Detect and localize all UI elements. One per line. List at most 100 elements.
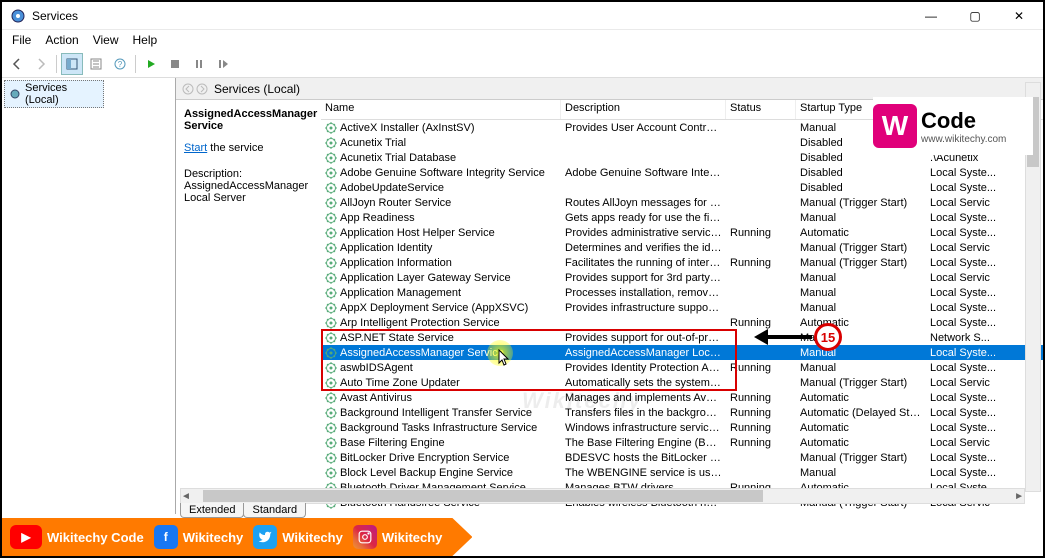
service-gear-icon: [325, 212, 337, 224]
horizontal-scrollbar[interactable]: ◄ ►: [180, 488, 1025, 504]
service-gear-icon: [325, 167, 337, 179]
services-app-icon: [10, 8, 26, 24]
start-service-link[interactable]: Start: [184, 142, 207, 154]
menu-view[interactable]: View: [87, 31, 125, 49]
service-row[interactable]: Arp Intelligent Protection ServiceRunnin…: [321, 315, 1043, 330]
service-row[interactable]: Background Tasks Infrastructure ServiceW…: [321, 420, 1043, 435]
stop-service-button[interactable]: [164, 53, 186, 75]
service-gear-icon: [325, 137, 337, 149]
right-pane-title: Services (Local): [214, 82, 300, 96]
service-gear-icon: [325, 227, 337, 239]
col-name[interactable]: Name: [321, 100, 561, 119]
detail-service-name: AssignedAccessManager Service: [184, 108, 313, 132]
help-button[interactable]: ?: [109, 53, 131, 75]
cursor-icon: [498, 349, 512, 367]
service-gear-icon: [325, 437, 337, 449]
detail-pane: AssignedAccessManager Service Start the …: [176, 100, 321, 514]
service-list-pane: Name Description Status Startup Type Log…: [321, 100, 1043, 514]
maximize-button[interactable]: ▢: [953, 3, 997, 29]
service-gear-icon: [325, 317, 337, 329]
col-description[interactable]: Description: [561, 100, 726, 119]
toolbar: ?: [2, 50, 1043, 78]
service-row[interactable]: Application ManagementProcesses installa…: [321, 285, 1043, 300]
service-gear-icon: [325, 242, 337, 254]
detail-desc-text: AssignedAccessManager Local Server: [184, 180, 313, 204]
service-row[interactable]: Application InformationFacilitates the r…: [321, 255, 1043, 270]
social-instagram[interactable]: Wikitechy: [353, 525, 443, 549]
instagram-icon: [353, 525, 377, 549]
service-gear-icon: [325, 422, 337, 434]
service-row[interactable]: Avast AntivirusManages and implements Av…: [321, 390, 1043, 405]
window-title: Services: [32, 9, 78, 23]
back-button[interactable]: [6, 53, 28, 75]
nav-forward-icon[interactable]: [196, 83, 208, 95]
brand-icon: W: [873, 104, 917, 148]
menubar: File Action View Help: [2, 30, 1043, 50]
menu-help[interactable]: Help: [127, 31, 164, 49]
detail-desc-label: Description:: [184, 168, 313, 180]
service-row[interactable]: App ReadinessGets apps ready for use the…: [321, 210, 1043, 225]
service-gear-icon: [325, 197, 337, 209]
service-row[interactable]: AppX Deployment Service (AppXSVC)Provide…: [321, 300, 1043, 315]
tab-extended[interactable]: Extended: [180, 503, 244, 518]
service-row[interactable]: Application Host Helper ServiceProvides …: [321, 225, 1043, 240]
service-gear-icon: [325, 287, 337, 299]
view-tabs: Extended Standard: [180, 503, 305, 518]
tab-standard[interactable]: Standard: [243, 503, 306, 518]
service-row[interactable]: AllJoyn Router ServiceRoutes AllJoyn mes…: [321, 195, 1043, 210]
footer-social: ▶ Wikitechy Code f Wikitechy Wikitechy W…: [2, 518, 472, 556]
social-facebook[interactable]: f Wikitechy: [154, 525, 244, 549]
service-gear-icon: [325, 467, 337, 479]
service-list-body[interactable]: ActiveX Installer (AxInstSV)Provides Use…: [321, 120, 1043, 512]
left-tree-pane: Services (Local): [2, 78, 176, 514]
youtube-icon: ▶: [10, 525, 42, 549]
service-gear-icon: [325, 407, 337, 419]
service-gear-icon: [325, 302, 337, 314]
twitter-icon: [253, 525, 277, 549]
annotation-arrow-head: [754, 329, 768, 345]
service-gear-icon: [325, 272, 337, 284]
export-list-button[interactable]: [85, 53, 107, 75]
service-row[interactable]: Application Layer Gateway ServiceProvide…: [321, 270, 1043, 285]
titlebar: Services — ▢ ✕: [2, 2, 1043, 30]
services-icon: [9, 88, 21, 100]
service-row[interactable]: Bluetooth Support ServiceThe Bluetooth s…: [321, 510, 1043, 512]
show-hide-tree-button[interactable]: [61, 53, 83, 75]
menu-file[interactable]: File: [6, 31, 37, 49]
service-row[interactable]: AdobeUpdateServiceDisabledLocal Syste...: [321, 180, 1043, 195]
social-youtube[interactable]: ▶ Wikitechy Code: [10, 525, 144, 549]
service-gear-icon: [325, 257, 337, 269]
brand-url: www.wikitechy.com: [921, 134, 1006, 145]
nav-back-icon[interactable]: [182, 83, 194, 95]
service-gear-icon: [325, 182, 337, 194]
brand-name: Code: [921, 108, 1006, 134]
service-gear-icon: [325, 122, 337, 134]
h-scrollbar-thumb[interactable]: [203, 490, 763, 502]
col-status[interactable]: Status: [726, 100, 796, 119]
service-row[interactable]: Application IdentityDetermines and verif…: [321, 240, 1043, 255]
service-row[interactable]: BitLocker Drive Encryption ServiceBDESVC…: [321, 450, 1043, 465]
forward-button[interactable]: [30, 53, 52, 75]
social-twitter[interactable]: Wikitechy: [253, 525, 343, 549]
service-gear-icon: [325, 512, 337, 513]
brand-logo: W Code www.wikitechy.com: [873, 97, 1033, 155]
annotation-red-box: [321, 329, 737, 391]
service-row[interactable]: Block Level Backup Engine ServiceThe WBE…: [321, 465, 1043, 480]
annotation-arrow: [762, 335, 812, 339]
minimize-button[interactable]: —: [909, 3, 953, 29]
menu-action[interactable]: Action: [39, 31, 84, 49]
close-button[interactable]: ✕: [997, 3, 1041, 29]
restart-service-button[interactable]: [212, 53, 234, 75]
annotation-badge-15: 15: [814, 323, 842, 351]
start-service-button[interactable]: [140, 53, 162, 75]
svg-text:?: ?: [118, 60, 123, 69]
facebook-icon: f: [154, 525, 178, 549]
service-row[interactable]: Base Filtering EngineThe Base Filtering …: [321, 435, 1043, 450]
service-row[interactable]: Background Intelligent Transfer ServiceT…: [321, 405, 1043, 420]
service-row[interactable]: Adobe Genuine Software Integrity Service…: [321, 165, 1043, 180]
service-gear-icon: [325, 392, 337, 404]
service-gear-icon: [325, 452, 337, 464]
service-gear-icon: [325, 152, 337, 164]
tree-services-local[interactable]: Services (Local): [4, 80, 104, 108]
pause-service-button[interactable]: [188, 53, 210, 75]
